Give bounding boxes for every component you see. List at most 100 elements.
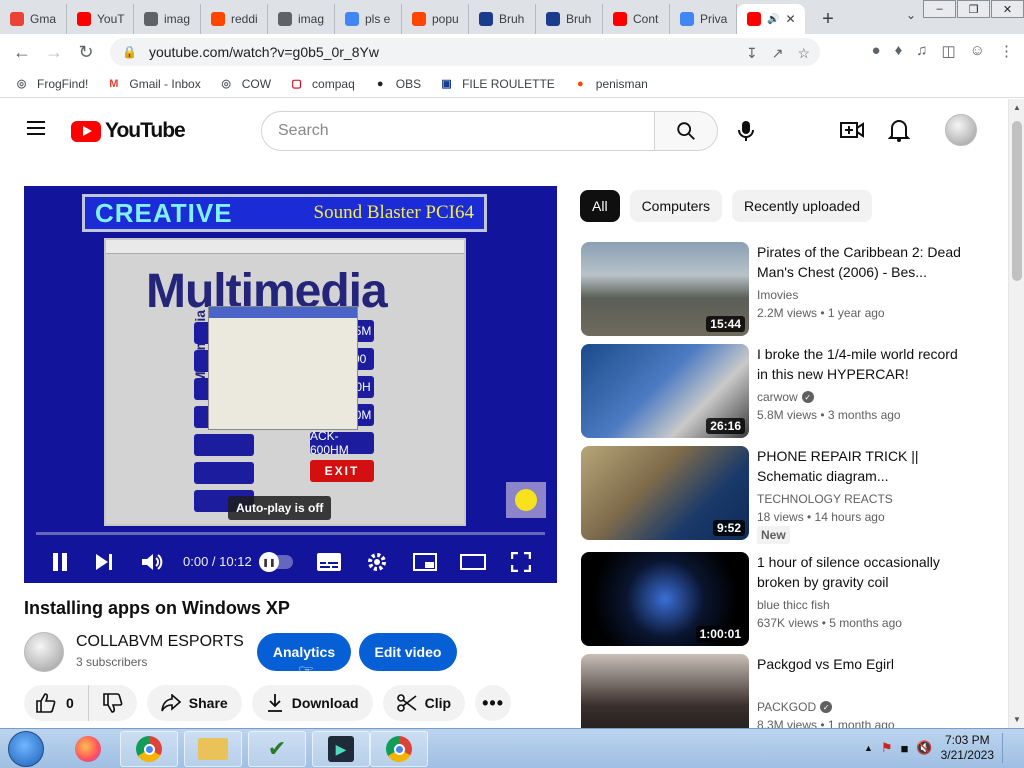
filter-chip[interactable]: All bbox=[580, 190, 620, 222]
bookmark-item[interactable]: ● OBS bbox=[373, 76, 421, 91]
recommended-title[interactable]: 1 hour of silence occasionally broken by… bbox=[757, 552, 967, 592]
share-icon[interactable]: ↗ bbox=[772, 45, 784, 62]
new-tab-button[interactable]: + bbox=[813, 4, 843, 34]
bookmark-item[interactable]: ▣ FILE ROULETTE bbox=[439, 76, 554, 91]
reload-button[interactable]: ↻ bbox=[70, 36, 102, 68]
minimize-button[interactable]: – bbox=[923, 0, 956, 18]
browser-tab[interactable]: Bruh bbox=[469, 4, 536, 34]
recommended-channel[interactable]: carwow ✓ bbox=[757, 390, 814, 404]
network-icon[interactable]: ■ bbox=[901, 741, 909, 756]
close-tab-icon[interactable]: ✕ bbox=[785, 12, 795, 26]
theater-mode-button[interactable] bbox=[458, 547, 488, 577]
recommended-title[interactable]: I broke the 1/4-mile world record in thi… bbox=[757, 344, 967, 384]
start-button[interactable] bbox=[8, 731, 44, 767]
browser-tab[interactable]: imag bbox=[268, 4, 335, 34]
scroll-up-icon[interactable]: ▲ bbox=[1013, 103, 1021, 112]
youtube-logo[interactable]: YouTube bbox=[71, 119, 186, 143]
account-avatar[interactable] bbox=[945, 114, 977, 146]
scrollbar-thumb[interactable] bbox=[1012, 121, 1022, 281]
video-player[interactable]: CREATIVE Sound Blaster PCI64 Multimedia … bbox=[24, 186, 557, 583]
browser-tab[interactable]: pls e bbox=[335, 4, 402, 34]
recommended-channel[interactable]: blue thicc fish bbox=[757, 598, 830, 612]
video-thumbnail[interactable]: 15:44 bbox=[581, 242, 749, 336]
show-desktop-button[interactable] bbox=[1002, 733, 1012, 763]
dislike-button[interactable] bbox=[89, 685, 137, 721]
like-button[interactable]: 0 bbox=[24, 685, 89, 721]
taskbar-app-checklist[interactable]: ✔ bbox=[248, 731, 306, 767]
recommended-title[interactable]: Packgod vs Emo Egirl bbox=[757, 654, 967, 674]
recommended-title[interactable]: Pirates of the Caribbean 2: Dead Man's C… bbox=[757, 242, 967, 282]
bookmark-star-icon[interactable]: ☆ bbox=[797, 45, 810, 62]
voice-search-button[interactable] bbox=[733, 118, 759, 144]
back-button[interactable]: ← bbox=[6, 36, 38, 68]
recommended-video[interactable]: 1:00:01 1 hour of silence occasionally br… bbox=[581, 552, 981, 648]
create-video-icon[interactable] bbox=[840, 119, 864, 141]
video-thumbnail[interactable]: 26:16 bbox=[581, 344, 749, 438]
fullscreen-button[interactable] bbox=[506, 547, 536, 577]
recommended-video[interactable]: 15:44 Pirates of the Caribbean 2: Dead Ma… bbox=[581, 242, 981, 338]
media-control-icon[interactable]: ♫ bbox=[916, 42, 927, 60]
tray-expand-icon[interactable]: ▲ bbox=[864, 743, 873, 753]
browser-tab-active[interactable]: 🔊 ✕ bbox=[737, 4, 805, 34]
menu-kebab-icon[interactable]: ⋮ bbox=[999, 42, 1014, 60]
bookmark-item[interactable]: M Gmail - Inbox bbox=[106, 76, 200, 91]
filter-chip[interactable]: Recently uploaded bbox=[732, 190, 873, 222]
close-window-button[interactable]: ✕ bbox=[991, 0, 1024, 18]
address-bar[interactable]: 🔒 youtube.com/watch?v=g0b5_0r_8Yw ↧ ↗ ☆ bbox=[110, 38, 820, 66]
browser-tab[interactable]: reddi bbox=[201, 4, 268, 34]
side-panel-icon[interactable]: ◫ bbox=[941, 42, 955, 60]
notifications-bell-icon[interactable] bbox=[888, 118, 910, 142]
autoplay-toggle[interactable]: ❚❚ bbox=[259, 552, 293, 572]
profile-icon[interactable]: ☺ bbox=[970, 42, 985, 60]
browser-tab[interactable]: Priva bbox=[670, 4, 737, 34]
recommended-video[interactable]: 26:16 I broke the 1/4-mile world record i… bbox=[581, 344, 981, 440]
browser-tab[interactable]: Bruh bbox=[536, 4, 603, 34]
filter-chip[interactable]: Computers bbox=[629, 190, 723, 222]
more-actions-button[interactable]: ••• bbox=[475, 685, 512, 721]
page-scrollbar[interactable]: ▲ ▼ bbox=[1008, 99, 1024, 728]
recommended-channel[interactable]: TECHNOLOGY REACTS bbox=[757, 492, 893, 506]
forward-button[interactable]: → bbox=[38, 36, 70, 68]
browser-tab[interactable]: Cont bbox=[603, 4, 670, 34]
video-thumbnail[interactable]: 9:52 bbox=[581, 446, 749, 540]
maximize-button[interactable]: ❐ bbox=[957, 0, 990, 18]
settings-button[interactable] bbox=[362, 547, 392, 577]
channel-avatar[interactable] bbox=[24, 632, 64, 672]
next-button[interactable] bbox=[90, 547, 120, 577]
action-center-icon[interactable]: ⚑ bbox=[881, 740, 893, 756]
video-thumbnail[interactable] bbox=[581, 654, 749, 728]
scroll-down-icon[interactable]: ▼ bbox=[1013, 715, 1021, 724]
browser-tab[interactable]: YouT bbox=[67, 4, 134, 34]
volume-muted-icon[interactable]: 🔇 bbox=[916, 740, 932, 756]
search-button[interactable] bbox=[654, 111, 718, 151]
share-button[interactable]: Share bbox=[146, 685, 242, 721]
edit-video-button[interactable]: Edit video bbox=[359, 633, 457, 671]
extension-icon[interactable]: ● bbox=[872, 42, 881, 60]
bookmark-item[interactable]: ◎ COW bbox=[219, 76, 271, 91]
download-button[interactable]: Download bbox=[251, 685, 373, 721]
recommended-title[interactable]: PHONE REPAIR TRICK || Schematic diagram.… bbox=[757, 446, 967, 486]
puzzle-extensions-icon[interactable]: ♦ bbox=[895, 42, 903, 60]
recommended-video[interactable]: 9:52 PHONE REPAIR TRICK || Schematic diag… bbox=[581, 446, 981, 544]
recommended-channel[interactable]: Imovies bbox=[757, 288, 798, 302]
browser-tab[interactable]: popu bbox=[402, 4, 469, 34]
browser-tab[interactable]: imag bbox=[134, 4, 201, 34]
url-text[interactable]: youtube.com/watch?v=g0b5_0r_8Yw bbox=[149, 44, 379, 60]
taskbar-app-terminal[interactable]: ▶ bbox=[312, 731, 370, 767]
bookmark-item[interactable]: ▢ compaq bbox=[289, 76, 354, 91]
volume-button[interactable] bbox=[138, 547, 168, 577]
search-input[interactable]: Search bbox=[261, 111, 655, 151]
taskbar-chrome-2[interactable] bbox=[370, 731, 428, 767]
bookmark-item[interactable]: ◎ FrogFind! bbox=[14, 76, 89, 91]
recommended-video[interactable]: Packgod vs Emo Egirl PACKGOD ✓ 8.3M views •… bbox=[581, 654, 981, 728]
recommended-channel[interactable]: PACKGOD ✓ bbox=[757, 700, 833, 714]
taskbar-clock[interactable]: 7:03 PM 3/21/2023 bbox=[941, 733, 994, 763]
browser-tab[interactable]: Gma bbox=[0, 4, 67, 34]
tab-search-chevron-icon[interactable]: ⌄ bbox=[906, 8, 916, 22]
taskbar-chrome[interactable] bbox=[120, 731, 178, 767]
guide-menu-icon[interactable] bbox=[27, 121, 45, 135]
miniplayer-button[interactable] bbox=[410, 547, 440, 577]
install-app-icon[interactable]: ↧ bbox=[746, 45, 758, 62]
channel-name[interactable]: COLLABVM ESPORTS bbox=[76, 633, 244, 651]
subtitles-button[interactable] bbox=[314, 547, 344, 577]
